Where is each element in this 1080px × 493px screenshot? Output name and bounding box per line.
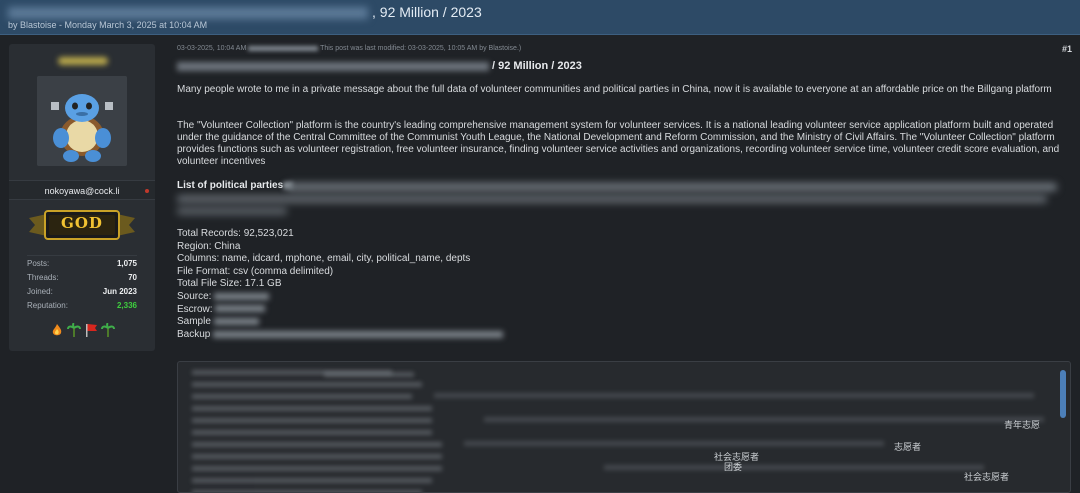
post-heading: / 92 Million / 2023	[177, 60, 582, 72]
rank-banner: GOD	[29, 208, 135, 242]
award-list	[49, 322, 119, 340]
dataset-details: Total Records: 92,523,021 Region: China …	[177, 228, 504, 342]
flame-award-icon[interactable]	[49, 322, 64, 338]
redacted-value	[213, 330, 504, 338]
redacted-meta	[248, 45, 319, 51]
author-panel: nokoyawa@cock.li GOD Posts: 1,075 Threads…	[9, 44, 155, 351]
user-stats: Posts: 1,075 Threads: 70 Joined: Jun 2023 R…	[27, 255, 137, 312]
detail-file-size: Total File Size: 17.1 GB	[177, 278, 282, 290]
detail-escrow: Escrow:	[177, 304, 503, 317]
user-email[interactable]: nokoyawa@cock.li	[9, 186, 155, 196]
thread-byline: by Blastoise - Monday March 3, 2025 at 1…	[8, 20, 208, 30]
flag-award-icon[interactable]	[83, 322, 98, 338]
detail-region: Region: China	[177, 240, 241, 252]
redacted-title	[8, 7, 368, 20]
blastoise-avatar-icon	[37, 76, 127, 166]
stat-joined: Joined: Jun 2023	[27, 286, 137, 296]
offline-status-icon	[145, 189, 149, 193]
rank-badge-icon	[29, 210, 135, 240]
detail-source: Source:	[177, 291, 503, 304]
redacted-list-line	[177, 207, 287, 215]
detail-columns: Columns: name, idcard, mphone, email, ci…	[177, 253, 471, 265]
detail-total-records: Total Records: 92,523,021	[177, 228, 294, 239]
detail-sample: Sample	[177, 316, 503, 329]
post-body: 03-03-2025, 10:04 AM This post was last …	[167, 44, 1072, 493]
avatar[interactable]	[37, 76, 127, 166]
redacted-sample-data: 社会志愿者 社会志愿者 团委 青年志愿 志愿者	[184, 366, 1054, 492]
stat-posts: Posts: 1,075	[27, 258, 137, 268]
post-paragraph-intro: Many people wrote to me in a private mes…	[177, 84, 1052, 95]
stat-threads: Threads: 70	[27, 272, 137, 282]
detail-backup: Backup	[177, 329, 504, 342]
thread-author-date[interactable]: Blastoise - Monday March 3, 2025 at 10:0…	[20, 20, 207, 30]
thread-header: , 92 Million / 2023 by Blastoise - Monda…	[0, 0, 1080, 35]
palm-award-icon[interactable]	[66, 322, 81, 338]
post-paragraph-platform: The "Volunteer Collection" platform is t…	[177, 120, 1060, 167]
redacted-username	[58, 57, 108, 65]
redacted-value	[214, 292, 270, 300]
redacted-value	[215, 305, 266, 313]
username-row: nokoyawa@cock.li	[9, 180, 155, 200]
list-heading: List of political parties	[177, 180, 294, 191]
palm-award-icon[interactable]	[100, 322, 115, 338]
thread-title: , 92 Million / 2023	[8, 4, 482, 20]
redacted-value	[213, 318, 259, 326]
code-scrollbar[interactable]	[1060, 370, 1066, 418]
sample-code-block[interactable]: 社会志愿者 社会志愿者 团委 青年志愿 志愿者	[177, 361, 1071, 493]
stat-reputation: Reputation: 2,336	[27, 300, 137, 310]
redacted-list-line	[177, 195, 1047, 203]
post-meta: 03-03-2025, 10:04 AM This post was last …	[177, 45, 522, 52]
redacted-heading	[177, 61, 489, 71]
redacted-list-line	[287, 183, 1057, 191]
detail-file-format: File Format: csv (comma delimited)	[177, 265, 334, 277]
post-number-link[interactable]: #1	[1062, 44, 1072, 54]
